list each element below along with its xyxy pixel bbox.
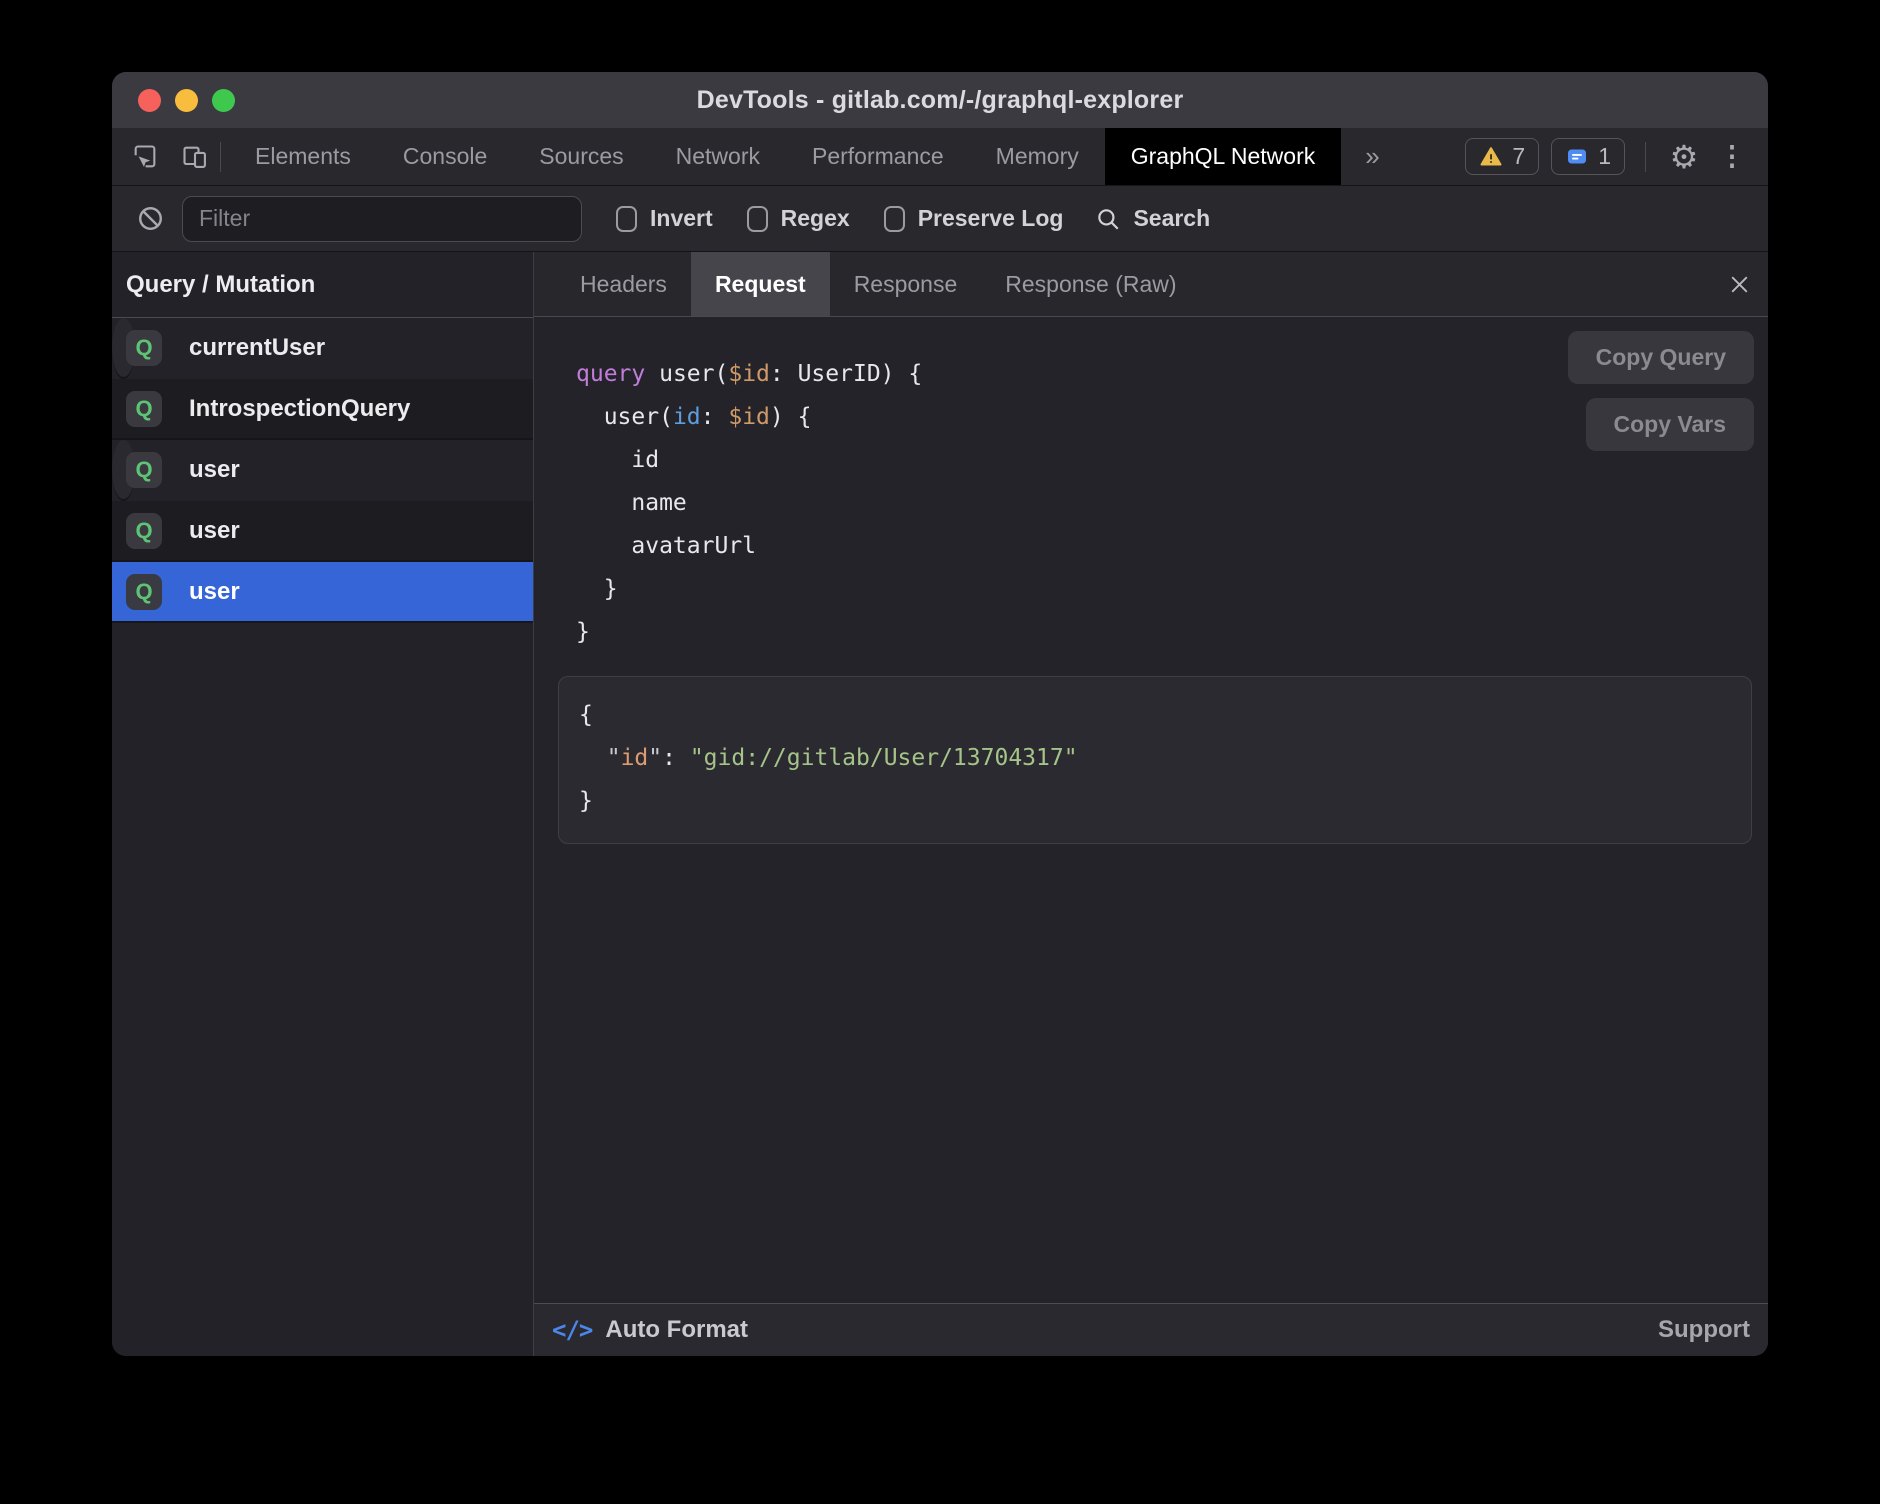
list-item-introspectionQuery[interactable]: Q IntrospectionQuery [112, 379, 533, 440]
copy-query-button[interactable]: Copy Query [1568, 331, 1754, 384]
request-panel-body: query user($id: UserID) { user(id: $id) … [534, 317, 1768, 1303]
tab-elements[interactable]: Elements [229, 128, 377, 185]
zoom-window-button[interactable] [212, 89, 235, 112]
query-variables-box: { "id": "gid://gitlab/User/13704317"} [558, 676, 1752, 844]
devtools-window: DevTools - gitlab.com/-/graphql-explorer… [112, 72, 1768, 1356]
toolbar-divider [1645, 142, 1646, 172]
device-toolbar-icon[interactable] [178, 140, 212, 174]
tab-sources[interactable]: Sources [513, 128, 649, 185]
search-label: Search [1133, 205, 1210, 232]
devtools-toolbar: Elements Console Sources Network Perform… [112, 128, 1768, 186]
traffic-lights [138, 72, 235, 128]
warning-count: 7 [1512, 143, 1525, 170]
window-title: DevTools - gitlab.com/-/graphql-explorer [697, 86, 1184, 115]
list-item-label: user [189, 517, 240, 545]
detail-panel: Headers Request Response Response (Raw) … [534, 252, 1768, 1356]
list-item-label: user [189, 456, 240, 484]
tab-response-raw[interactable]: Response (Raw) [981, 252, 1200, 316]
issues-badge[interactable]: 1 [1551, 138, 1625, 175]
auto-format-label: Auto Format [605, 1316, 748, 1344]
filter-input[interactable] [182, 196, 582, 242]
minimize-window-button[interactable] [175, 89, 198, 112]
query-variables-code: { "id": "gid://gitlab/User/13704317"} [579, 694, 1731, 823]
tab-response[interactable]: Response [830, 252, 982, 316]
issues-count: 1 [1598, 143, 1611, 170]
tab-memory[interactable]: Memory [970, 128, 1105, 185]
query-type-badge: Q [126, 452, 162, 488]
detail-tab-bar: Headers Request Response Response (Raw) [534, 252, 1768, 317]
checkbox-box-icon [884, 206, 905, 232]
more-tabs-icon[interactable]: » [1341, 128, 1403, 185]
list-item-label: IntrospectionQuery [189, 395, 410, 423]
toolbar-icons [112, 128, 212, 185]
regex-checkbox[interactable]: Regex [747, 205, 850, 232]
support-link[interactable]: Support [1658, 1316, 1750, 1344]
tab-request[interactable]: Request [691, 252, 830, 316]
main-split: Query / Mutation Q currentUser Q Introsp… [112, 252, 1768, 1356]
list-item-label: user [189, 578, 240, 606]
search-icon [1095, 206, 1121, 232]
close-icon [1727, 272, 1752, 297]
toolbar-right-controls: 7 1 ⚙ ⋮ [1465, 128, 1768, 185]
clear-block-icon[interactable] [132, 204, 168, 233]
filter-bar: Invert Regex Preserve Log Search [112, 186, 1768, 252]
preserve-log-checkbox-label: Preserve Log [918, 205, 1064, 232]
list-item-user-selected[interactable]: Q user [112, 562, 533, 623]
list-item-label: currentUser [189, 334, 325, 362]
settings-gear-icon[interactable]: ⚙ [1666, 138, 1702, 176]
query-type-badge: Q [126, 574, 162, 610]
search-control[interactable]: Search [1095, 205, 1210, 232]
warning-icon [1479, 145, 1503, 169]
preserve-log-checkbox[interactable]: Preserve Log [884, 205, 1064, 232]
query-type-badge: Q [126, 391, 162, 427]
copy-vars-button[interactable]: Copy Vars [1586, 398, 1755, 451]
message-icon [1565, 145, 1589, 169]
query-type-badge: Q [126, 513, 162, 549]
list-item-user-2[interactable]: Q user [112, 501, 533, 562]
invert-checkbox-label: Invert [650, 205, 713, 232]
list-item-user-1[interactable]: Q user [112, 440, 135, 501]
toolbar-divider [220, 142, 221, 172]
auto-format-button[interactable]: </> Auto Format [552, 1316, 748, 1344]
invert-checkbox[interactable]: Invert [616, 205, 713, 232]
close-detail-button[interactable] [1727, 252, 1752, 316]
list-item-currentUser[interactable]: Q currentUser [112, 318, 135, 379]
sidebar-header: Query / Mutation [112, 252, 533, 318]
inspect-element-icon[interactable] [128, 140, 162, 174]
tab-headers[interactable]: Headers [556, 252, 691, 316]
copy-buttons: Copy Query Copy Vars [1568, 331, 1754, 451]
code-format-icon: </> [552, 1316, 592, 1344]
detail-footer: </> Auto Format Support [534, 1303, 1768, 1356]
panel-tabs: Elements Console Sources Network Perform… [229, 128, 1404, 185]
checkbox-box-icon [616, 206, 637, 232]
query-list-sidebar: Query / Mutation Q currentUser Q Introsp… [112, 252, 534, 1356]
overflow-menu-icon[interactable]: ⋮ [1714, 141, 1750, 172]
close-window-button[interactable] [138, 89, 161, 112]
regex-checkbox-label: Regex [781, 205, 850, 232]
tab-performance[interactable]: Performance [786, 128, 970, 185]
title-bar: DevTools - gitlab.com/-/graphql-explorer [112, 72, 1768, 128]
query-type-badge: Q [126, 330, 162, 366]
warnings-badge[interactable]: 7 [1465, 138, 1539, 175]
tab-network[interactable]: Network [650, 128, 786, 185]
sidebar-empty-area [112, 623, 533, 1356]
tab-graphql-network[interactable]: GraphQL Network [1105, 128, 1342, 185]
tab-console[interactable]: Console [377, 128, 513, 185]
checkbox-box-icon [747, 206, 768, 232]
